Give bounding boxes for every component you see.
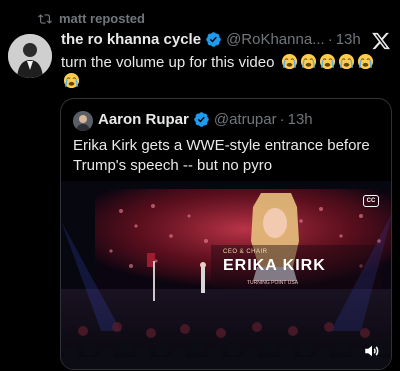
tweet-text: turn the volume up for this video bbox=[61, 53, 391, 91]
x-logo-icon[interactable] bbox=[371, 31, 391, 51]
repost-icon bbox=[38, 13, 52, 24]
quoted-text: Erika Kirk gets a WWE-style entrance bef… bbox=[73, 137, 370, 174]
quoted-tweet[interactable]: Aaron Rupar @atrupar · 13h Erika Kirk ge… bbox=[60, 98, 392, 370]
separator-dot: · bbox=[279, 111, 285, 128]
crying-emoji-icon bbox=[63, 72, 80, 89]
timestamp[interactable]: 13h bbox=[336, 31, 361, 48]
banner-name: ERIKA KIRK bbox=[223, 257, 326, 274]
banner-subtitle: TURNING POINT USA bbox=[247, 280, 299, 286]
quoted-timestamp[interactable]: 13h bbox=[288, 111, 313, 128]
captions-icon[interactable]: CC bbox=[363, 195, 379, 207]
crying-emoji-icon bbox=[357, 53, 374, 70]
crying-emoji-icon bbox=[281, 53, 298, 70]
verified-icon bbox=[194, 112, 209, 127]
crying-emoji-icon bbox=[338, 53, 355, 70]
video-player[interactable]: CEO & CHAIR ERIKA KIRK TURNING POINT USA… bbox=[61, 181, 391, 369]
tweet-body: turn the volume up for this video bbox=[61, 54, 275, 71]
tweet-header: the ro khanna cycle @RoKhanna... · 13h bbox=[61, 31, 361, 48]
banner-title: CEO & CHAIR bbox=[223, 249, 268, 255]
quoted-header: Aaron Rupar @atrupar · 13h bbox=[98, 111, 313, 128]
speaker-icon[interactable] bbox=[363, 342, 381, 360]
crying-emoji-icon bbox=[300, 53, 317, 70]
quoted-author-handle[interactable]: @atrupar bbox=[214, 111, 277, 128]
quoted-author-avatar[interactable] bbox=[73, 111, 93, 131]
crying-emoji-icon bbox=[319, 53, 336, 70]
video-frame bbox=[61, 181, 391, 369]
repost-label: matt reposted bbox=[59, 11, 145, 26]
verified-icon bbox=[206, 32, 221, 47]
quoted-author-name[interactable]: Aaron Rupar bbox=[98, 111, 189, 128]
author-name[interactable]: the ro khanna cycle bbox=[61, 31, 201, 48]
repost-indicator[interactable]: matt reposted bbox=[38, 11, 145, 26]
author-avatar[interactable] bbox=[8, 34, 52, 78]
author-handle[interactable]: @RoKhanna... bbox=[226, 31, 325, 48]
separator-dot: · bbox=[327, 31, 333, 48]
